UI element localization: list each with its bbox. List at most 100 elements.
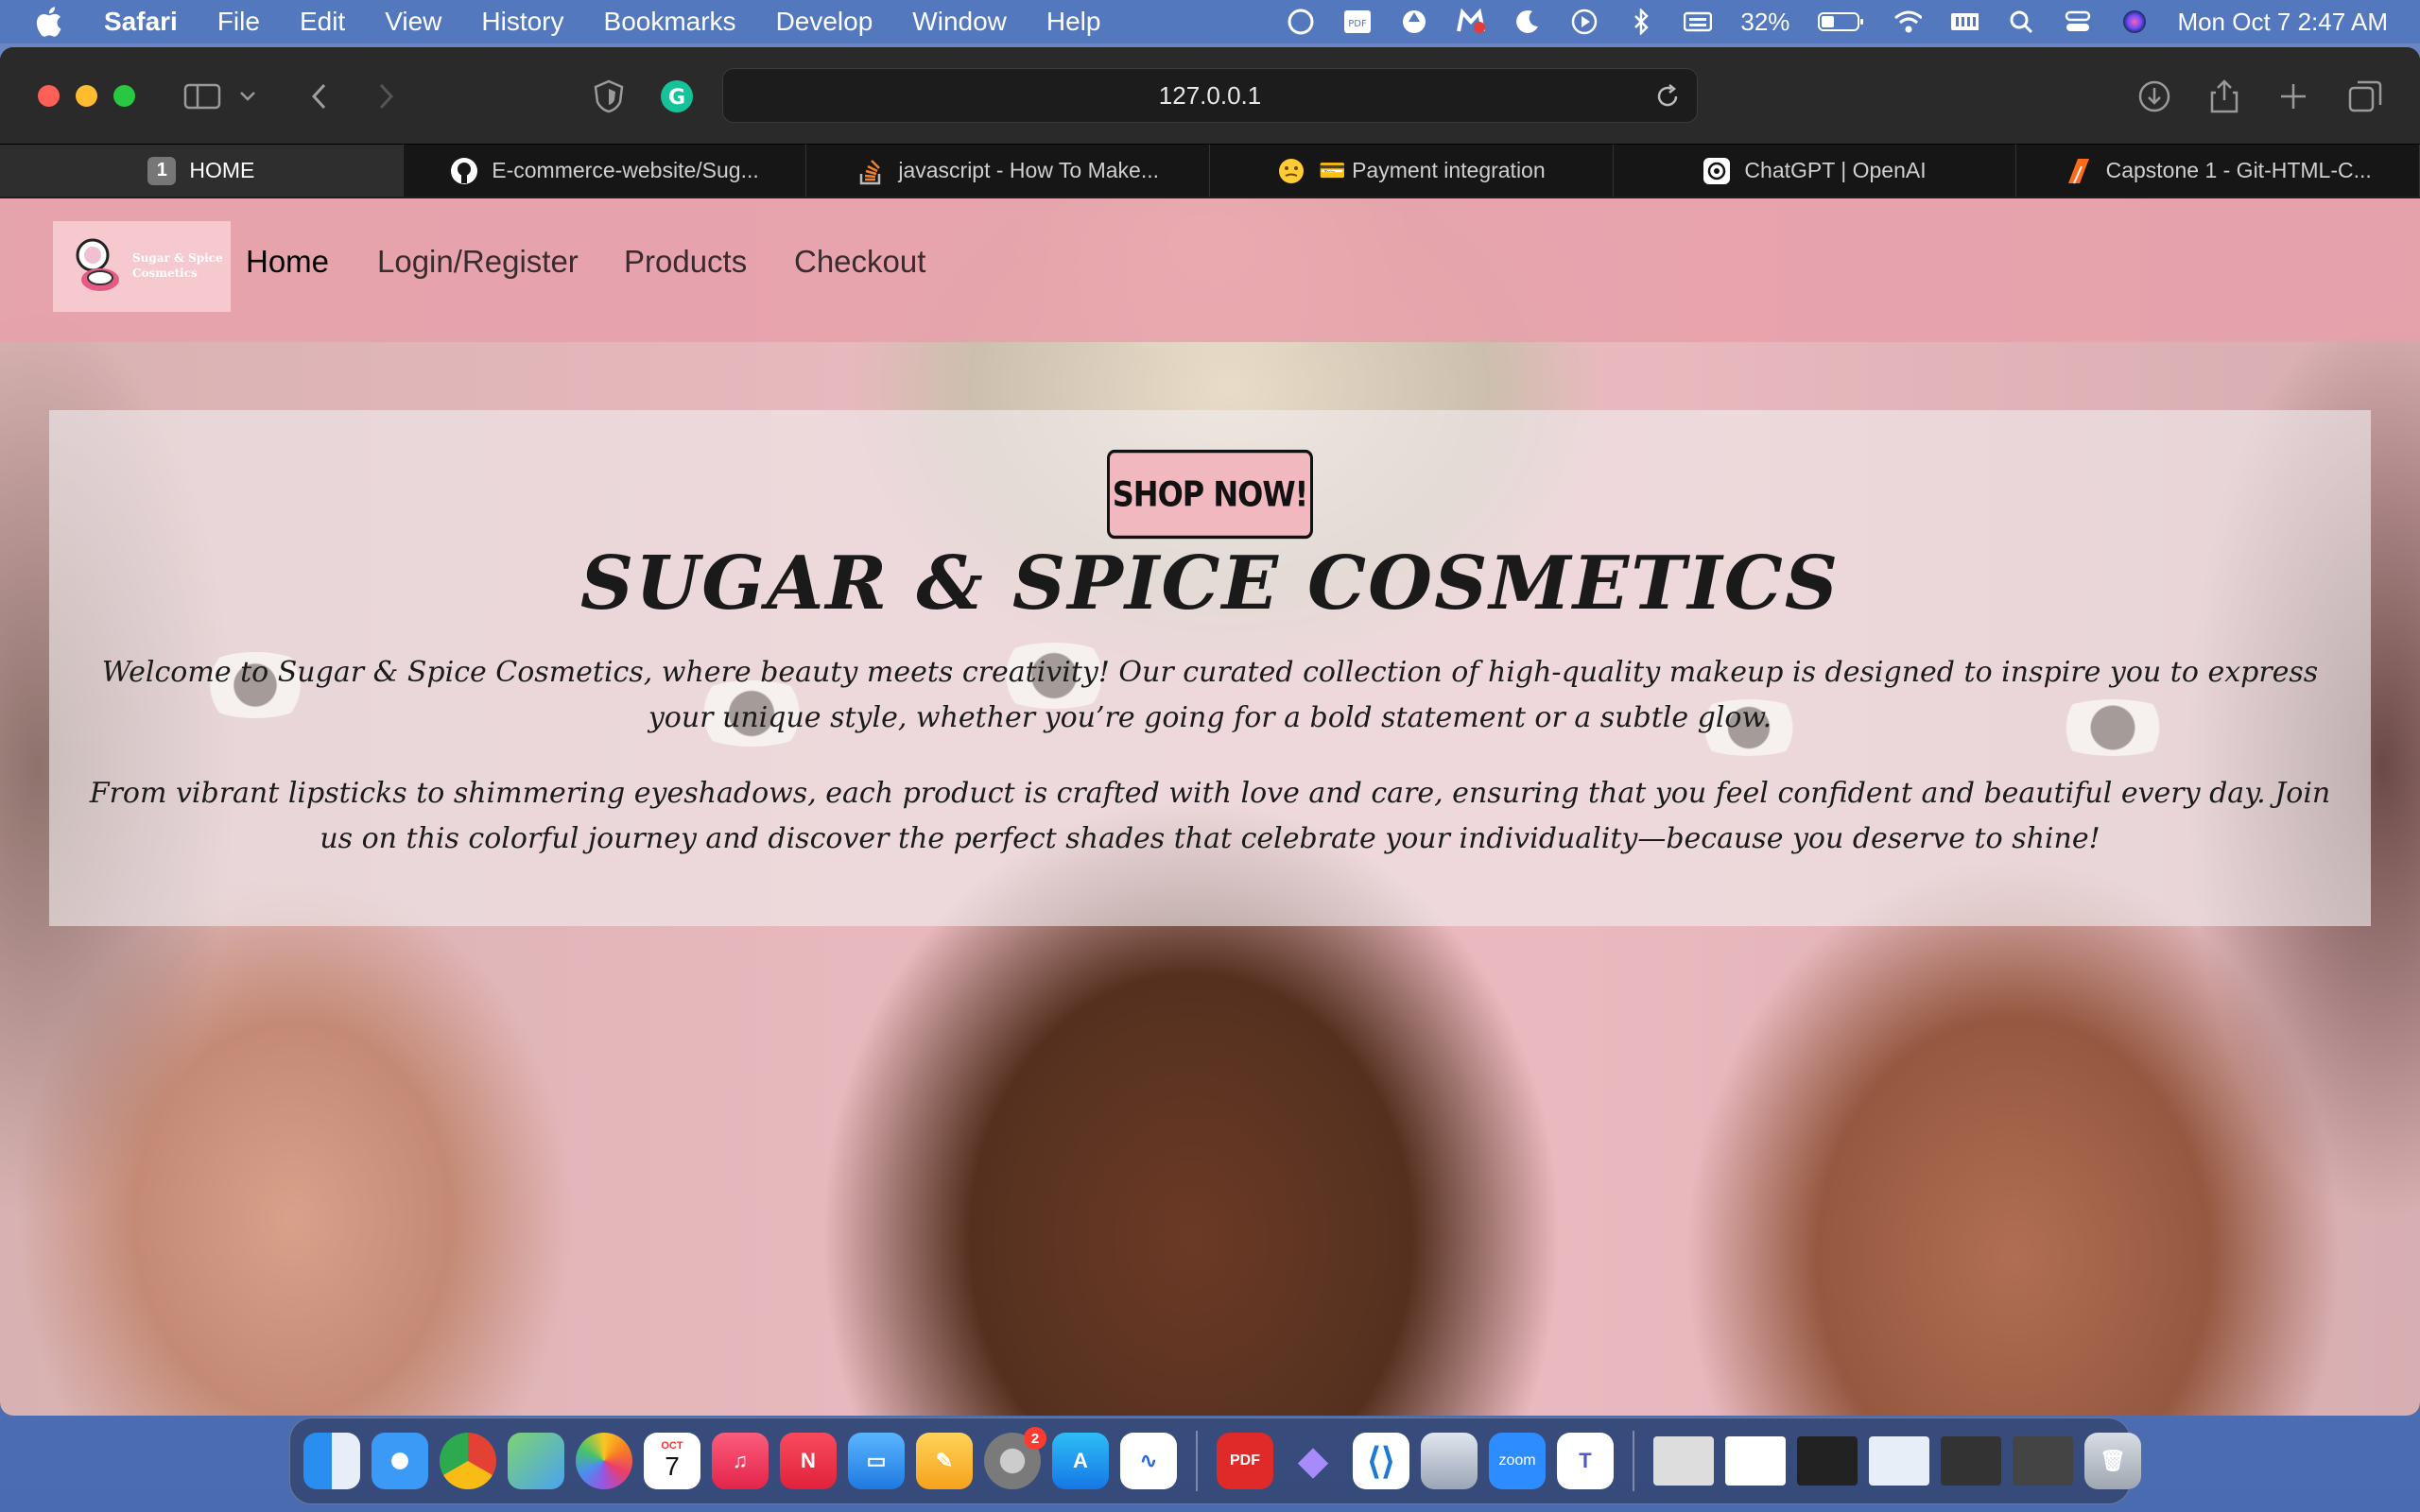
window-controls [38,85,135,107]
grammarly-extension-icon[interactable]: G [658,79,696,113]
tab-label: ChatGPT | OpenAI [1744,158,1927,182]
aperture-icon[interactable] [1400,8,1428,36]
new-tab-icon[interactable] [2274,79,2312,113]
reload-icon[interactable] [1653,82,1682,117]
messenger-icon[interactable] [1457,8,1486,36]
minimized-window-thumb[interactable] [1797,1436,1858,1486]
url-text: 127.0.0.1 [1158,80,1262,110]
tab-overview-icon[interactable] [2346,79,2384,113]
system-settings-icon[interactable]: 2 [984,1427,1046,1489]
menu-edit[interactable]: Edit [300,7,345,37]
news-icon[interactable]: N [780,1433,837,1489]
tab-label: HOME [189,158,255,182]
pdf-icon[interactable]: PDF [1343,8,1372,36]
spotlight-search-icon[interactable] [2007,8,2035,36]
battery-icon[interactable] [1818,8,1865,36]
menu-window[interactable]: Window [912,7,1007,37]
music-icon[interactable]: ♫ [712,1433,769,1489]
tab-capstone[interactable]: Capstone 1 - Git-HTML-C... [2016,145,2420,197]
tab-payment[interactable]: 💳 Payment integration [1210,145,1614,197]
hero-title: SUGAR & SPICE COSMETICS [579,541,1841,627]
tab-chatgpt[interactable]: ChatGPT | OpenAI [1613,145,2017,197]
minimized-window-thumb[interactable] [2013,1436,2073,1486]
nav-products[interactable]: Products [624,244,747,280]
tab-number-badge: 1 [147,156,177,185]
macos-dock: OCT 7 ♫ N ▭ ✎ 2 A ∿ PDF ◆ ⟨⟩ zoom T 🗑 [289,1418,2141,1504]
minimized-window-thumb[interactable] [1941,1436,2001,1486]
wifi-icon[interactable] [1893,8,1923,36]
nav-login-register[interactable]: Login/Register [377,244,579,280]
dock-separator [1633,1431,1634,1491]
maps-icon[interactable] [508,1433,564,1489]
vscode-icon[interactable]: ⟨⟩ [1353,1433,1409,1489]
stackoverflow-icon [856,157,885,185]
chrome-icon[interactable] [440,1433,496,1489]
zoom-window-button[interactable] [113,85,135,107]
nav-checkout[interactable]: Checkout [794,244,925,280]
pages-icon[interactable]: ✎ [916,1433,973,1489]
chevron-down-icon[interactable] [236,79,259,113]
freeform-icon[interactable]: ∿ [1120,1433,1177,1489]
keyboard-icon[interactable] [1684,8,1713,36]
tab-github[interactable]: E-commerce-website/Sug... [403,145,807,197]
tab-label: 💳 Payment integration [1319,158,1546,182]
calendar-icon[interactable]: OCT 7 [644,1433,700,1489]
menu-view[interactable]: View [385,7,441,37]
menu-file[interactable]: File [217,7,260,37]
app-store-icon[interactable]: A [1052,1433,1109,1489]
control-center-icon[interactable] [2064,8,2092,36]
minimized-window-thumb[interactable] [1725,1436,1786,1486]
dock-separator [1196,1431,1198,1491]
privacy-shield-icon[interactable] [590,79,628,113]
keynote-icon[interactable]: ▭ [848,1433,905,1489]
share-icon[interactable] [2205,79,2243,113]
safari-icon[interactable] [372,1433,428,1489]
site-logo[interactable]: Sugar & Spice Cosmetics [53,221,231,312]
shop-now-button[interactable]: SHOP NOW! [1107,449,1313,540]
hero-paragraph-2: From vibrant lipsticks to shimmering eye… [89,777,2331,855]
address-bar[interactable]: 127.0.0.1 [722,68,1698,123]
zoom-icon[interactable]: zoom [1489,1433,1546,1489]
minimize-window-button[interactable] [76,85,97,107]
forward-icon[interactable] [367,79,405,113]
tab-home[interactable]: 1 HOME [0,145,404,197]
sidebar-toggle-icon[interactable] [183,79,221,113]
close-window-button[interactable] [38,85,60,107]
memory-icon[interactable] [1950,8,1979,36]
grammarly-icon[interactable] [1287,8,1315,36]
moon-icon[interactable] [1513,8,1542,36]
calendar-day: 7 [665,1452,680,1481]
photos-icon[interactable] [576,1433,632,1489]
bluetooth-icon[interactable] [1627,8,1655,36]
compact-mirror-icon [72,236,123,297]
menu-develop[interactable]: Develop [776,7,873,37]
safari-toolbar: G 127.0.0.1 [0,47,2420,144]
hero-paragraph-1: Welcome to Sugar & Spice Cosmetics, wher… [101,656,2319,734]
pdf-expert-icon[interactable]: PDF [1217,1433,1273,1489]
teams-icon[interactable]: T [1557,1433,1614,1489]
emoji-icon [1277,157,1305,185]
back-icon[interactable] [301,79,338,113]
minimized-window-thumb[interactable] [1653,1436,1714,1486]
site-navbar: Sugar & Spice Cosmetics Home Login/Regis… [0,198,2420,342]
menu-history[interactable]: History [481,7,563,37]
apple-menu-icon[interactable] [34,6,72,38]
menu-help[interactable]: Help [1046,7,1101,37]
svg-text:G: G [668,86,685,110]
trash-icon[interactable]: 🗑 [2084,1433,2141,1489]
menu-app-name[interactable]: Safari [104,7,178,37]
downloads-icon[interactable] [2135,79,2173,113]
tab-label: Capstone 1 - Git-HTML-C... [2105,158,2372,182]
web-page: Sugar & Spice Cosmetics Home Login/Regis… [0,198,2420,1416]
obsidian-icon[interactable]: ◆ [1285,1433,1341,1489]
siri-icon[interactable] [2120,8,2149,36]
finder-icon[interactable] [303,1433,360,1489]
play-icon[interactable] [1570,8,1599,36]
openai-icon [1703,157,1731,185]
menu-bookmarks[interactable]: Bookmarks [604,7,736,37]
nav-home[interactable]: Home [246,244,329,280]
preview-icon[interactable] [1421,1433,1478,1489]
minimized-window-thumb[interactable] [1869,1436,1929,1486]
clock[interactable]: Mon Oct 7 2:47 AM [2177,8,2388,37]
tab-stackoverflow[interactable]: javascript - How To Make... [806,145,1211,197]
